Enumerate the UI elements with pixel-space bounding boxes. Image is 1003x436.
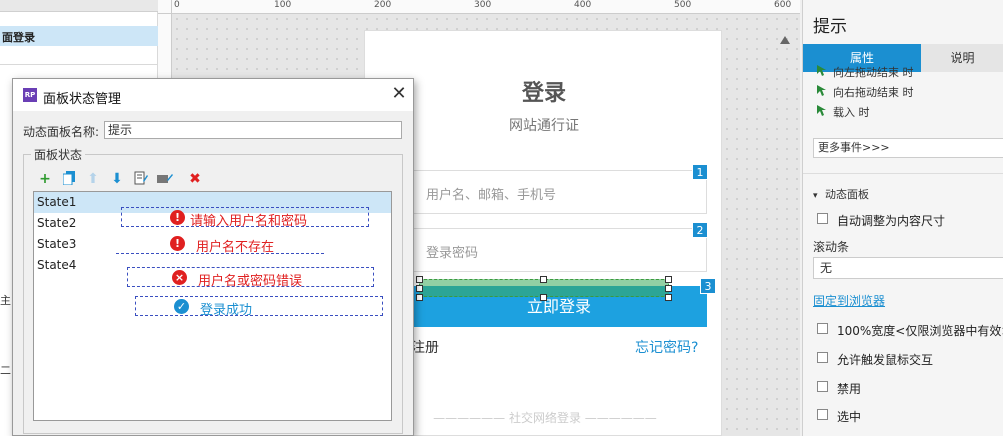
ruler-corner [158,0,172,14]
horizontal-ruler: 0 100 200 300 400 500 600 [172,0,800,14]
scrollbar-label: 滚动条 [813,240,850,254]
close-icon[interactable]: ✕ [389,83,409,105]
page-item-login[interactable]: 面登录 [0,26,158,46]
forgot-password-link[interactable]: 忘记密码? [635,337,698,357]
event-drag-left-end[interactable]: 向左拖动结束 时 [817,64,914,80]
message-text: 登录成功 [200,303,253,318]
dynamic-panel-section[interactable]: ▾ 动态面板 [813,186,869,202]
scrollbar-select[interactable]: 无 [813,257,1003,279]
annotation-badge-3[interactable]: 3 [700,278,716,294]
masters-label: 主 [0,294,11,307]
message-wrong-credentials[interactable]: × 用户名或密码错误 [127,267,374,289]
delete-state-icon[interactable]: ✖ [187,171,203,187]
panel-name-label: 动态面板名称: [23,125,100,139]
ruler-label: 600 [774,0,792,10]
checkbox[interactable] [817,409,828,420]
checkbox[interactable] [817,213,828,224]
inspector-title: 提示 [813,17,847,37]
ruler-label: 500 [674,0,692,10]
annotation-badge-1[interactable]: 1 [692,164,708,180]
panel-divider [0,64,158,65]
checkbox-label: 选中 [837,410,862,424]
panel-states-label: 面板状态 [31,146,86,163]
more-events-dropdown[interactable]: 更多事件>>> [813,138,1003,158]
move-up-icon[interactable]: ⬆ [85,171,101,187]
dialog-titlebar[interactable]: RP 面板状态管理 ✕ [13,79,413,111]
event-label: 载入 时 [833,106,870,119]
section-title: 动态面板 [825,188,870,201]
edit-state-icon[interactable] [133,171,149,187]
ruler-label: 400 [574,0,592,10]
scroll-up-icon[interactable] [780,36,790,44]
event-label: 向左拖动结束 时 [833,66,914,79]
pages-panel-header [0,0,158,12]
duplicate-state-icon[interactable] [61,171,77,187]
checkbox-label: 允许触发鼠标交互 [837,353,934,367]
cursor-event-icon [817,105,826,116]
message-enter-credentials[interactable]: ! 请输入用户名和密码 [121,207,369,229]
resize-handle[interactable] [540,276,547,283]
message-login-success[interactable]: ✓ 登录成功 [135,296,383,318]
event-drag-right-end[interactable]: 向右拖动结束 时 [817,84,914,100]
checkbox[interactable] [817,381,828,392]
pin-to-browser-link[interactable]: 固定到浏览器 [813,292,885,309]
page-item-label: 面登录 [2,31,35,44]
annotation-badge-2[interactable]: 2 [692,222,708,238]
login-card: 登录 网站通行证 用户名、邮箱、手机号 1 登录密码 2 立即登录 3 注册 忘… [364,30,722,436]
password-field[interactable]: 登录密码 [409,228,707,272]
message-user-not-exist[interactable]: ! 用户名不存在 [116,234,324,255]
resize-handle[interactable] [416,276,423,283]
x-icon: × [172,270,187,285]
social-login-divider: —————— 社交网络登录 —————— [433,411,657,425]
masters-label-2: 二 [0,364,11,377]
cursor-event-icon [817,65,826,76]
register-link[interactable]: 注册 [411,337,439,357]
add-state-icon[interactable]: + [37,171,53,187]
panel-name-input[interactable]: 提示 [104,121,402,139]
message-text: 请输入用户名和密码 [190,214,308,229]
ruler-label: 100 [274,0,292,10]
tab-notes[interactable]: 说明 [921,44,1003,72]
chevron-down-icon: ▾ [813,191,818,201]
dialog-title: 面板状态管理 [43,92,122,107]
login-subtitle: 网站通行证 [509,118,579,134]
checkbox[interactable] [817,323,828,334]
app-icon: RP [23,88,37,102]
panel-state-manager-dialog: RP 面板状态管理 ✕ 动态面板名称: 提示 面板状态 + ⬆ ⬇ ✖ Stat… [12,78,414,436]
event-label: 向右拖动结束 时 [833,86,914,99]
exclamation-icon: ! [170,236,185,251]
message-text: 用户名不存在 [196,240,275,255]
cursor-event-icon [817,85,826,96]
checkbox[interactable] [817,352,828,363]
section-divider [803,173,1003,174]
ruler-label: 300 [474,0,492,10]
username-field[interactable]: 用户名、邮箱、手机号 [409,170,707,214]
checkbox-label: 自动调整为内容尺寸 [837,214,946,228]
checkbox-label: 100%宽度<仅限浏览器中有效> [837,324,1003,338]
resize-handle[interactable] [665,285,672,292]
checkbox-label: 禁用 [837,382,862,396]
resize-handle[interactable] [416,285,423,292]
login-title: 登录 [521,81,566,106]
resize-handle[interactable] [665,276,672,283]
check-icon: ✓ [174,299,189,314]
password-placeholder: 登录密码 [426,246,479,261]
resize-handle[interactable] [416,294,423,301]
move-down-icon[interactable]: ⬇ [109,171,125,187]
event-load[interactable]: 载入 时 [817,104,870,120]
exclamation-icon: ! [170,210,185,225]
resize-handle[interactable] [540,294,547,301]
username-placeholder: 用户名、邮箱、手机号 [426,188,557,203]
edit-all-states-icon[interactable] [157,171,173,187]
ruler-label: 200 [374,0,392,10]
inspector-panel: 提示 属性 说明 向左拖动结束 时 向右拖动结束 时 载入 时 更多事件>>> … [802,0,1003,436]
resize-handle[interactable] [665,294,672,301]
ruler-label: 0 [174,0,180,10]
message-text: 用户名或密码错误 [198,274,303,289]
